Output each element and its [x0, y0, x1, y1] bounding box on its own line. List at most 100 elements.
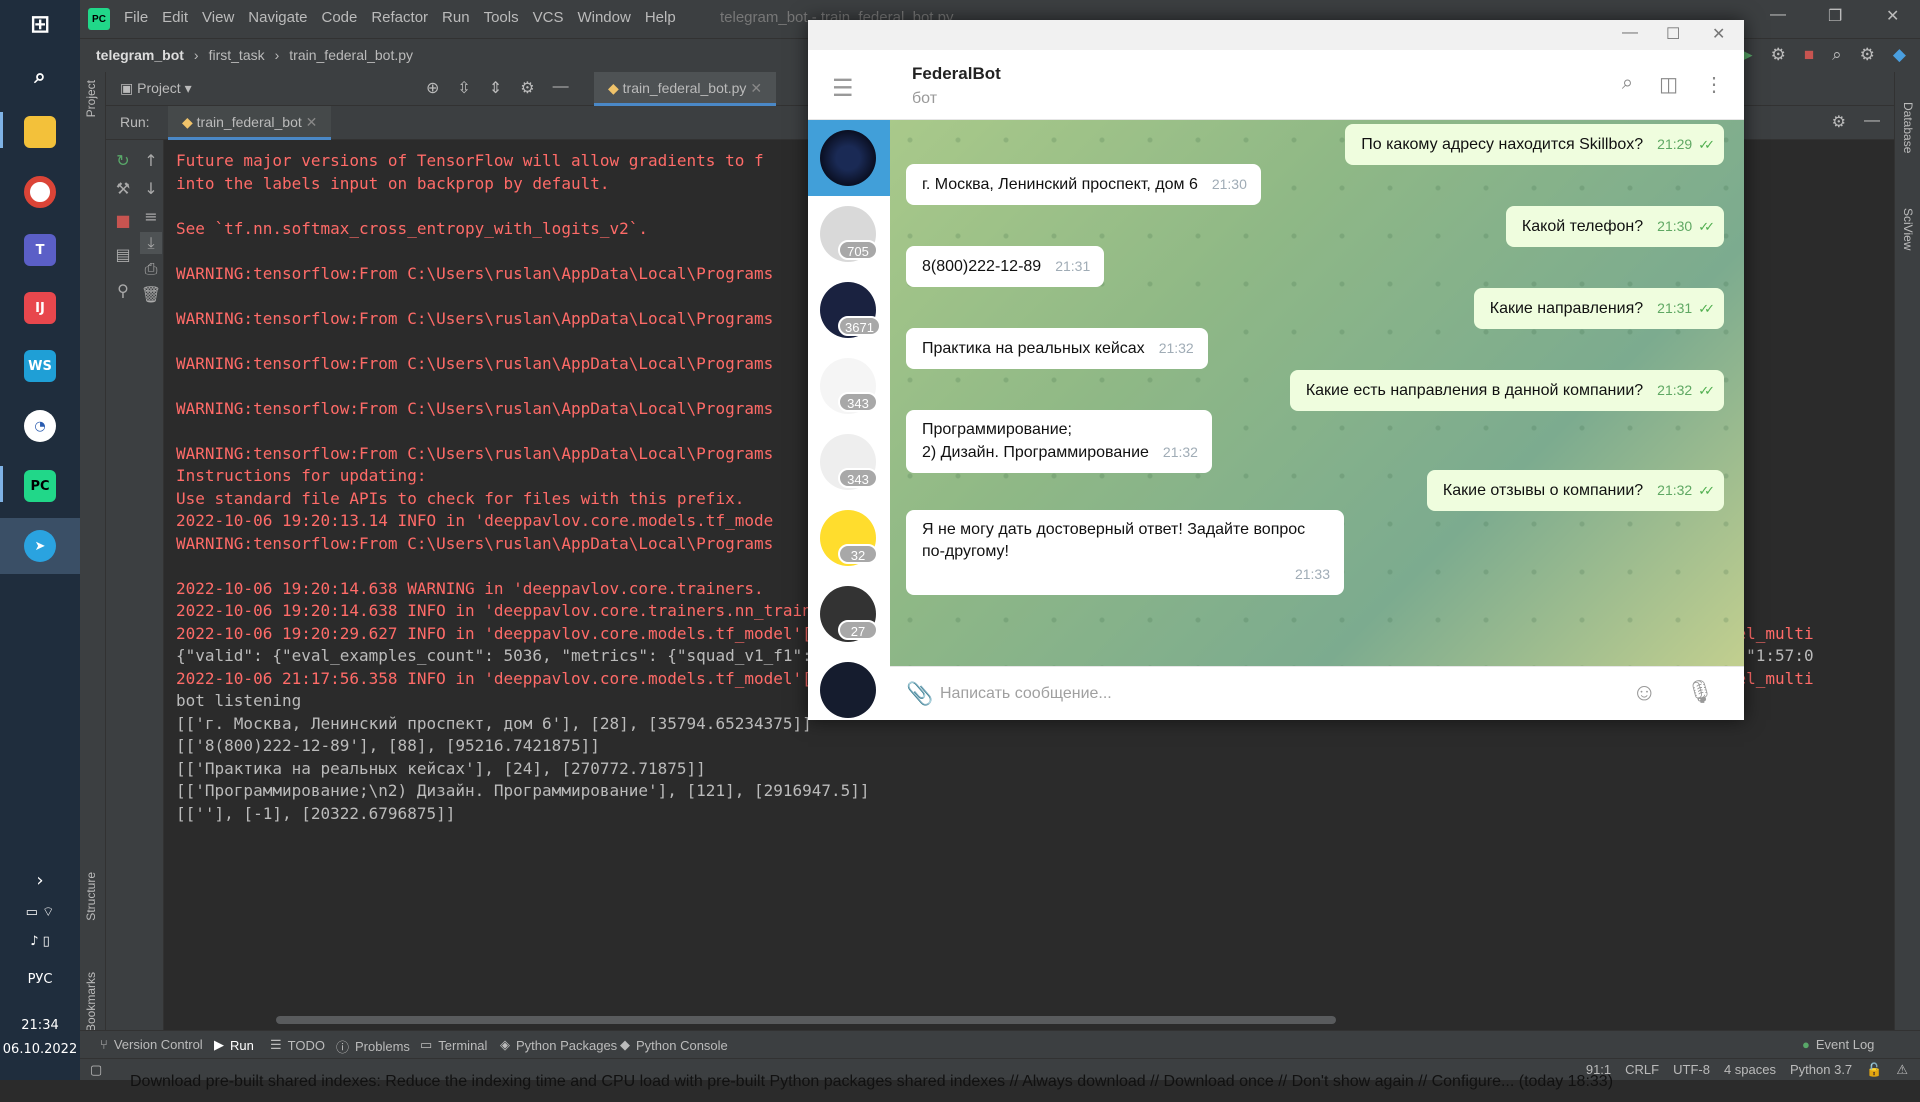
- tab-run[interactable]: ▶ Run: [214, 1037, 254, 1053]
- menu-vcs[interactable]: VCS: [533, 9, 564, 26]
- run-tab[interactable]: ◆ train_federal_bot ✕: [168, 106, 332, 140]
- tab-problems[interactable]: ⓘ Problems: [336, 1037, 410, 1056]
- editor-tab[interactable]: ◆ train_federal_bot.py ✕: [594, 72, 777, 106]
- layout-icon[interactable]: ▤: [112, 244, 134, 266]
- indent-setting[interactable]: 4 spaces: [1724, 1062, 1776, 1078]
- tab-python-packages[interactable]: ◈ Python Packages: [500, 1037, 617, 1053]
- trash-icon[interactable]: 🗑: [140, 284, 162, 306]
- breadcrumb-file[interactable]: train_federal_bot.py: [289, 47, 413, 63]
- tab-todo[interactable]: ☰ TODO: [270, 1037, 325, 1053]
- project-tool-label[interactable]: Project: [84, 80, 98, 117]
- lock-icon[interactable]: 🔓: [1866, 1062, 1882, 1078]
- chrome-icon[interactable]: [24, 176, 56, 208]
- close-icon[interactable]: ✕: [1712, 24, 1725, 44]
- tray-expand-icon[interactable]: ›: [0, 870, 80, 891]
- message-outgoing[interactable]: Какие есть направления в данной компании…: [1289, 370, 1724, 411]
- soft-wrap-icon[interactable]: ≡: [140, 206, 162, 228]
- menu-view[interactable]: View: [202, 9, 234, 26]
- collapse-all-icon[interactable]: ⇕: [489, 78, 502, 98]
- minimize-icon[interactable]: —: [1622, 24, 1638, 42]
- restore-icon[interactable]: ❐: [1828, 6, 1842, 26]
- chat-name[interactable]: FederalBot: [912, 64, 1001, 84]
- search-icon[interactable]: ⌕: [24, 60, 56, 92]
- gear-icon[interactable]: ⚙: [1832, 112, 1846, 132]
- horizontal-scrollbar[interactable]: [276, 1016, 1336, 1024]
- intellij-icon[interactable]: IJ: [24, 292, 56, 324]
- clock-date[interactable]: 06.10.2022: [0, 1042, 80, 1057]
- dialog-avatar[interactable]: [820, 662, 876, 718]
- message-outgoing[interactable]: По какому адресу находится Skillbox? 21:2…: [1345, 124, 1724, 165]
- hide-icon[interactable]: —: [553, 78, 569, 98]
- close-icon[interactable]: ✕: [1886, 6, 1899, 26]
- locate-icon[interactable]: ⊕: [426, 78, 439, 98]
- breadcrumb-folder[interactable]: first_task: [209, 47, 265, 63]
- wrench-icon[interactable]: ⚒: [112, 178, 134, 200]
- menu-edit[interactable]: Edit: [162, 9, 188, 26]
- event-log-button[interactable]: ● Event Log: [1802, 1037, 1874, 1052]
- menu-help[interactable]: Help: [645, 9, 676, 26]
- sciview-tool-label[interactable]: SciView: [1901, 208, 1915, 250]
- menu-tools[interactable]: Tools: [484, 9, 519, 26]
- volume-icon[interactable]: ♪ ▯: [0, 934, 80, 949]
- more-icon[interactable]: ⋮: [1704, 72, 1724, 97]
- close-tab-icon[interactable]: ✕: [750, 80, 762, 96]
- maximize-icon[interactable]: ☐: [1666, 24, 1680, 44]
- minimize-icon[interactable]: —: [1770, 6, 1786, 24]
- pycharm-icon[interactable]: PC: [24, 470, 56, 502]
- menu-file[interactable]: File: [124, 9, 148, 26]
- status-icon[interactable]: ▢: [90, 1062, 102, 1078]
- bookmarks-tool-label[interactable]: Bookmarks: [84, 972, 98, 1032]
- pin-icon[interactable]: ⚲: [112, 280, 134, 302]
- caret-position[interactable]: 91:1: [1586, 1062, 1611, 1078]
- message-incoming[interactable]: г. Москва, Ленинский проспект, дом 6 21:3…: [906, 164, 1261, 205]
- windows-icon[interactable]: ⊞: [24, 8, 56, 40]
- close-tab-icon[interactable]: ✕: [306, 114, 318, 130]
- breadcrumb-project[interactable]: telegram_bot: [96, 47, 184, 63]
- message-outgoing[interactable]: Какие направления? 21:31 ✓✓: [1473, 288, 1724, 329]
- telegram-icon[interactable]: ➤: [24, 530, 56, 562]
- structure-tool-label[interactable]: Structure: [84, 872, 98, 921]
- menu-icon[interactable]: ☰: [832, 74, 854, 103]
- up-arrow-icon[interactable]: ↑: [140, 150, 162, 172]
- menu-navigate[interactable]: Navigate: [248, 9, 307, 26]
- tab-terminal[interactable]: ▭ Terminal: [420, 1037, 487, 1053]
- search-icon[interactable]: ⌕: [1832, 45, 1842, 65]
- python-interpreter[interactable]: Python 3.7: [1790, 1062, 1852, 1078]
- message-incoming[interactable]: 8(800)222-12-89 21:31: [906, 246, 1105, 287]
- down-arrow-icon[interactable]: ↓: [140, 178, 162, 200]
- menu-code[interactable]: Code: [321, 9, 357, 26]
- menu-window[interactable]: Window: [577, 9, 630, 26]
- battery-icon[interactable]: ▭ ⌔: [0, 904, 80, 920]
- status-message[interactable]: Download pre-built shared indexes: Reduc…: [114, 1062, 1627, 1102]
- dialog-avatar[interactable]: [820, 130, 876, 186]
- message-input[interactable]: [940, 679, 1580, 709]
- clock-time[interactable]: 21:34: [0, 1018, 80, 1033]
- menu-refactor[interactable]: Refactor: [371, 9, 428, 26]
- notifications-icon[interactable]: ⚠: [1896, 1062, 1908, 1078]
- language-indicator[interactable]: РУС: [0, 972, 80, 987]
- hide-icon[interactable]: —: [1864, 112, 1880, 132]
- gear-icon[interactable]: ⚙: [520, 78, 534, 98]
- scroll-to-end-icon[interactable]: ⤓: [140, 232, 162, 254]
- debug-icon[interactable]: ⚙: [1771, 45, 1786, 65]
- tab-python-console[interactable]: ◆ Python Console: [620, 1037, 728, 1053]
- print-icon[interactable]: ⎙: [140, 258, 162, 280]
- sidebar-toggle-icon[interactable]: ◫: [1659, 72, 1678, 97]
- line-separator[interactable]: CRLF: [1625, 1062, 1659, 1078]
- jetbrains-icon[interactable]: ◆: [1893, 45, 1906, 65]
- microphone-icon[interactable]: 🎙: [1686, 679, 1714, 705]
- file-encoding[interactable]: UTF-8: [1673, 1062, 1710, 1078]
- webstorm-icon[interactable]: WS: [24, 350, 56, 382]
- attach-icon[interactable]: 📎: [906, 681, 933, 707]
- message-area[interactable]: По какому адресу находится Skillbox? 21:2…: [890, 120, 1744, 666]
- file-explorer-icon[interactable]: [24, 116, 56, 148]
- settings-icon[interactable]: ⚙: [1860, 45, 1875, 65]
- stop-icon[interactable]: ■: [1804, 45, 1814, 65]
- message-outgoing[interactable]: Какой телефон? 21:30 ✓✓: [1505, 206, 1724, 247]
- message-incoming[interactable]: Программирование; 2) Дизайн. Программиров…: [906, 410, 1212, 473]
- expand-all-icon[interactable]: ⇳: [457, 78, 470, 98]
- browser-icon[interactable]: ◔: [24, 410, 56, 442]
- message-incoming[interactable]: Практика на реальных кейсах 21:32: [906, 328, 1208, 369]
- project-dropdown[interactable]: ▣ Project ▾: [120, 80, 192, 97]
- rerun-icon[interactable]: ↻: [112, 150, 134, 172]
